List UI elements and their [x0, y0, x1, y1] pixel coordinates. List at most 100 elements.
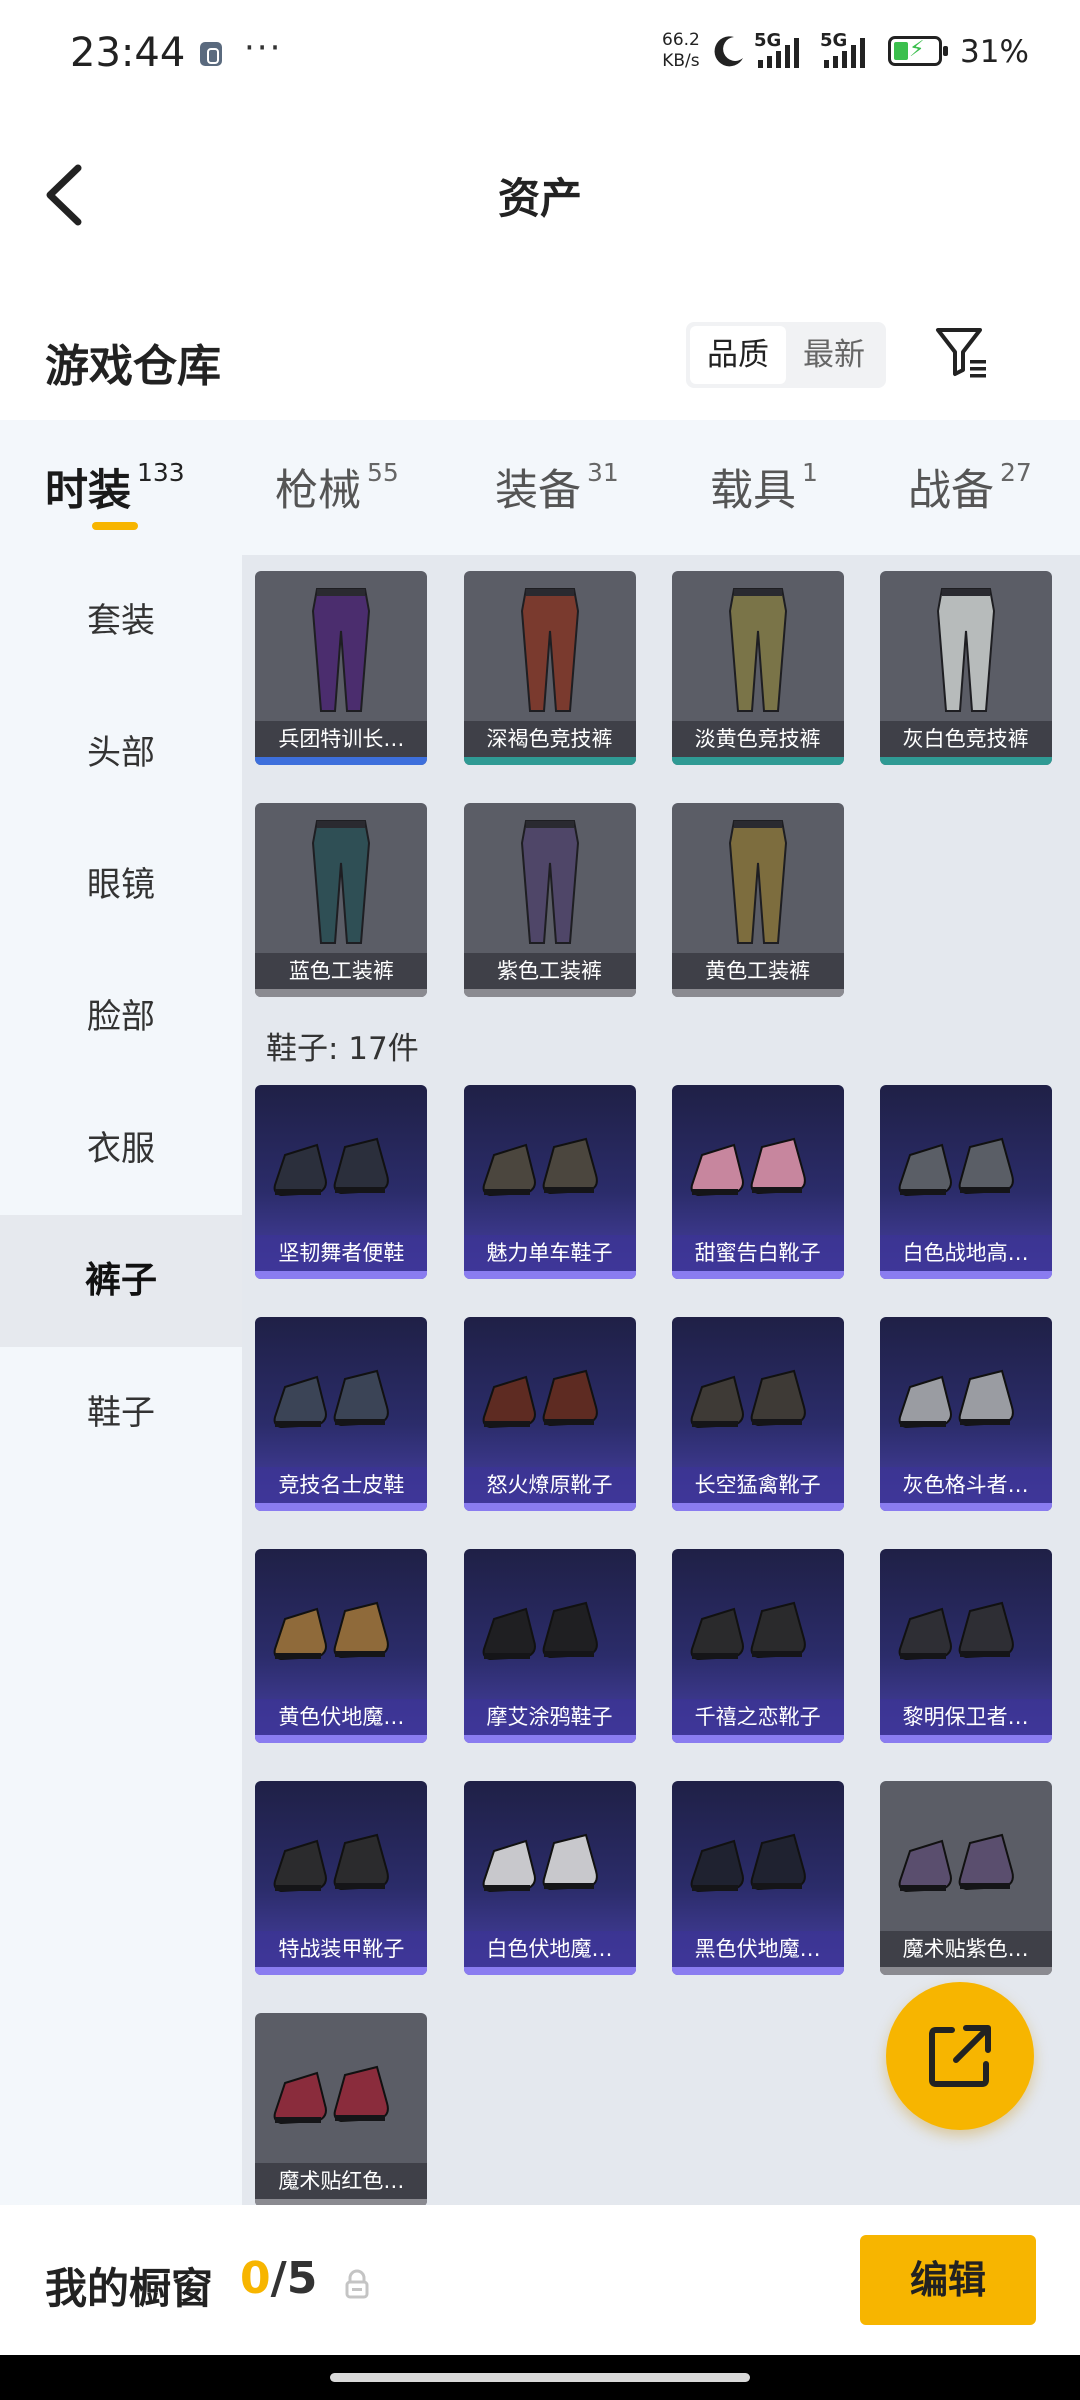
sidebar: 套装 头部 眼镜 脸部 衣服 裤子 鞋子 [0, 555, 242, 2205]
shoes-item-card[interactable]: 千禧之恋靴子 [671, 1549, 844, 1743]
item-image [898, 1601, 1014, 1661]
pants-item-card[interactable]: 灰白色竞技裤 [879, 571, 1052, 765]
rarity-strip [463, 1271, 636, 1279]
shoes-item-card[interactable]: 白色伏地魔… [463, 1781, 636, 1975]
tab-vehicles[interactable]: 载具 1 [710, 456, 818, 518]
item-image [482, 1369, 598, 1429]
pants-item-card[interactable]: 紫色工装裤 [463, 803, 636, 997]
pants-item-card[interactable]: 淡黄色竞技裤 [671, 571, 844, 765]
showcase-total: /5 [270, 2253, 318, 2304]
more-notifications-icon: ··· [244, 28, 283, 68]
rarity-strip [671, 1967, 844, 1975]
showcase-current: 0 [240, 2253, 271, 2304]
item-name: 竞技名士皮鞋 [255, 1467, 428, 1503]
item-name: 黎明保卫者… [879, 1699, 1052, 1735]
item-image [690, 1601, 806, 1661]
rarity-strip [671, 757, 844, 765]
signal-bars-icon [824, 38, 865, 68]
page-title: 资产 [497, 174, 582, 223]
shoes-item-card[interactable]: 摩艾涂鸦鞋子 [463, 1549, 636, 1743]
item-image [690, 1369, 806, 1429]
item-image [482, 1601, 598, 1661]
sort-newest-button[interactable]: 最新 [786, 326, 882, 384]
pants-item-card[interactable]: 深褐色竞技裤 [463, 571, 636, 765]
item-name: 灰白色竞技裤 [879, 721, 1052, 757]
sort-quality-button[interactable]: 品质 [690, 326, 786, 384]
share-button[interactable] [886, 1982, 1034, 2130]
shoes-item-card[interactable]: 怒火燎原靴子 [463, 1317, 636, 1511]
tab-label: 枪械 [275, 466, 361, 516]
rarity-strip [879, 1503, 1052, 1511]
shoes-item-card[interactable]: 魔术贴红色… [255, 2013, 428, 2205]
rarity-strip [671, 1503, 844, 1511]
sidebar-item-head[interactable]: 头部 [0, 687, 242, 819]
rarity-strip [671, 989, 844, 997]
item-image [274, 1137, 390, 1197]
item-name: 淡黄色竞技裤 [671, 721, 844, 757]
tab-equipment[interactable]: 装备 31 [495, 456, 619, 518]
shoes-item-card[interactable]: 竞技名士皮鞋 [255, 1317, 428, 1511]
shoes-item-card[interactable]: 白色战地高… [879, 1085, 1052, 1279]
shoes-item-card[interactable]: 魔术贴紫色… [879, 1781, 1052, 1975]
rarity-strip [463, 1735, 636, 1743]
item-image [482, 1137, 598, 1197]
filter-icon[interactable] [932, 322, 992, 382]
tab-label: 时装 [45, 466, 131, 516]
edit-button[interactable]: 编辑 [860, 2235, 1036, 2325]
item-image [898, 1833, 1014, 1893]
item-image [898, 1137, 1014, 1197]
header: 资产 [0, 105, 1080, 275]
active-tab-indicator [92, 522, 138, 530]
item-name: 魅力单车鞋子 [463, 1235, 636, 1271]
item-name: 坚韧舞者便鞋 [255, 1235, 428, 1271]
shoes-item-card[interactable]: 灰色格斗者… [879, 1317, 1052, 1511]
pants-item-card[interactable]: 蓝色工装裤 [255, 803, 428, 997]
shoes-item-card[interactable]: 甜蜜告白靴子 [671, 1085, 844, 1279]
rarity-strip [879, 1271, 1052, 1279]
sidebar-item-glasses[interactable]: 眼镜 [0, 819, 242, 951]
rarity-strip [463, 989, 636, 997]
rarity-strip [255, 757, 428, 765]
item-name: 特战装甲靴子 [255, 1931, 428, 1967]
tab-fashion[interactable]: 时装 133 [45, 456, 185, 518]
sidebar-item-shoes[interactable]: 鞋子 [0, 1347, 242, 1479]
share-icon [929, 2025, 991, 2087]
tab-label: 载具 [710, 466, 796, 516]
shoes-item-card[interactable]: 黎明保卫者… [879, 1549, 1052, 1743]
network-speed-value: 66.2 [662, 30, 700, 50]
lock-icon [345, 2269, 369, 2299]
rarity-strip [255, 1503, 428, 1511]
sidebar-item-pants[interactable]: 裤子 [0, 1215, 242, 1347]
pants-item-card[interactable]: 兵团特训长… [255, 571, 428, 765]
shoes-item-card[interactable]: 黄色伏地魔… [255, 1549, 428, 1743]
shoes-item-card[interactable]: 黑色伏地魔… [671, 1781, 844, 1975]
tab-supplies[interactable]: 战备 27 [908, 456, 1032, 518]
sidebar-item-suits[interactable]: 套装 [0, 555, 242, 687]
shoes-item-card[interactable]: 魅力单车鞋子 [463, 1085, 636, 1279]
rarity-strip [255, 1271, 428, 1279]
tab-count: 1 [802, 458, 818, 487]
pants-item-card[interactable]: 黄色工装裤 [671, 803, 844, 997]
sidebar-item-clothes[interactable]: 衣服 [0, 1083, 242, 1215]
item-image [274, 1601, 390, 1661]
item-image [312, 588, 371, 712]
shoes-item-card[interactable]: 坚韧舞者便鞋 [255, 1085, 428, 1279]
item-image [520, 588, 579, 712]
item-grid: 兵团特训长… 深褐色竞技裤 淡黄色竞技裤 灰白色竞技裤 蓝色工装裤 紫色工装裤 黄色工装裤 … [242, 555, 1080, 2205]
tab-guns[interactable]: 枪械 55 [275, 456, 399, 518]
sort-toggle: 品质 最新 [686, 322, 886, 388]
shoes-item-card[interactable]: 特战装甲靴子 [255, 1781, 428, 1975]
home-indicator[interactable] [330, 2373, 750, 2382]
tab-count: 133 [137, 458, 185, 487]
rarity-strip [463, 757, 636, 765]
rarity-strip [671, 1735, 844, 1743]
tab-count: 27 [1000, 458, 1032, 487]
shoes-item-card[interactable]: 长空猛禽靴子 [671, 1317, 844, 1511]
item-name: 兵团特训长… [255, 721, 428, 757]
sidebar-item-face[interactable]: 脸部 [0, 951, 242, 1083]
item-name: 紫色工装裤 [463, 953, 636, 989]
tab-count: 31 [587, 458, 619, 487]
signal-bars-icon [758, 38, 799, 68]
shoes-section-title: 鞋子: 17件 [266, 1031, 419, 1067]
item-name: 蓝色工装裤 [255, 953, 428, 989]
